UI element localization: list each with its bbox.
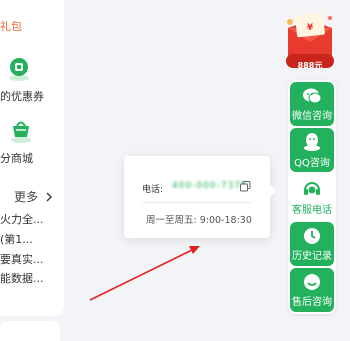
annotation-arrow xyxy=(89,246,200,301)
